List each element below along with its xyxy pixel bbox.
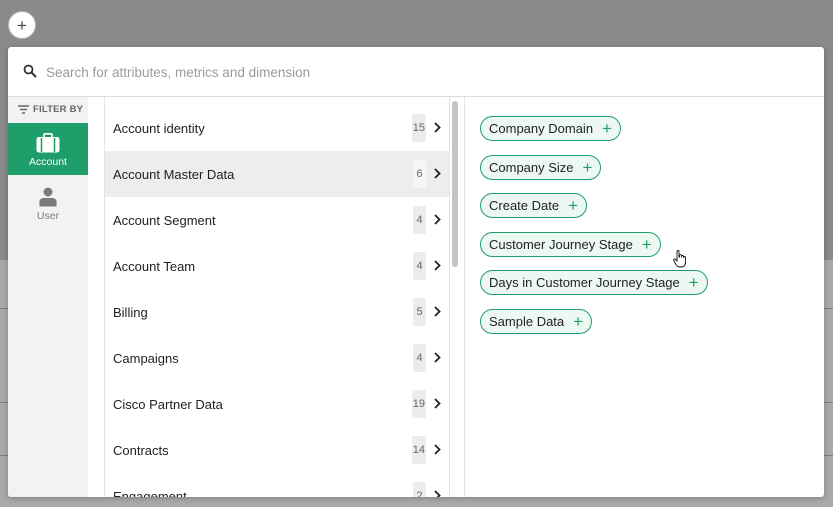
attribute-chip-label: Company Domain <box>489 121 594 136</box>
category-item[interactable]: Engagement 2 <box>105 473 449 497</box>
chevron-right-icon <box>434 306 441 317</box>
filter-tab-account[interactable]: Account <box>8 123 88 175</box>
category-count-badge: 4 <box>413 344 426 372</box>
category-label: Account Segment <box>113 212 216 228</box>
briefcase-icon <box>36 133 60 153</box>
plus-icon: + <box>582 158 593 177</box>
attribute-chip-label: Days in Customer Journey Stage <box>489 275 680 290</box>
filter-tab-user[interactable]: User <box>8 177 88 229</box>
attribute-picker-modal: FILTER BY Account User Account identity … <box>8 47 824 497</box>
add-button[interactable]: + <box>8 11 36 39</box>
category-label: Account Team <box>113 258 196 274</box>
category-label: Campaigns <box>113 350 179 366</box>
category-count-badge: 6 <box>413 160 426 188</box>
category-item[interactable]: Account Segment 4 <box>105 197 449 243</box>
category-item[interactable]: Account identity 15 <box>105 105 449 151</box>
plus-icon: + <box>573 312 584 331</box>
chevron-right-icon <box>434 398 441 409</box>
category-count-badge: 5 <box>413 298 426 326</box>
hand-pointer-icon <box>673 250 686 268</box>
category-count-badge: 15 <box>411 114 426 142</box>
category-item[interactable]: Billing 5 <box>105 289 449 335</box>
attribute-chip[interactable]: Create Date + <box>480 193 588 218</box>
filter-heading-label: FILTER BY <box>33 104 84 115</box>
attribute-chip-label: Company Size <box>489 160 574 175</box>
filter-tab-label: Account <box>29 156 67 168</box>
person-icon <box>39 187 57 207</box>
category-label: Cisco Partner Data <box>113 396 223 412</box>
search-input[interactable] <box>46 60 806 84</box>
attribute-chip[interactable]: Customer Journey Stage + <box>480 232 661 257</box>
plus-icon: + <box>688 273 699 292</box>
attribute-chip-label: Customer Journey Stage <box>489 237 633 252</box>
filter-tab-label: User <box>36 210 60 222</box>
category-label: Contracts <box>113 442 169 458</box>
chevron-right-icon <box>434 168 441 179</box>
filter-sidebar: FILTER BY Account User <box>8 97 88 497</box>
attribute-chip[interactable]: Company Domain + <box>480 116 621 141</box>
category-count-badge: 14 <box>411 436 426 464</box>
category-list: Account identity 15 Account Master Data … <box>104 97 450 497</box>
attribute-chip[interactable]: Company Size + <box>480 155 602 180</box>
category-item[interactable]: Contracts 14 <box>105 427 449 473</box>
search-icon <box>23 64 37 78</box>
chevron-right-icon <box>434 260 441 271</box>
category-item[interactable]: Account Team 4 <box>105 243 449 289</box>
attribute-chip[interactable]: Days in Customer Journey Stage + <box>480 270 708 295</box>
category-label: Billing <box>113 304 148 320</box>
category-item[interactable]: Account Master Data 6 <box>105 151 449 197</box>
category-label: Account Master Data <box>113 166 235 182</box>
category-count-badge: 4 <box>413 252 426 280</box>
chevron-right-icon <box>434 122 441 133</box>
attribute-panel: Company Domain + Company Size + Create D… <box>464 97 824 497</box>
plus-icon: + <box>568 196 579 215</box>
chevron-right-icon <box>434 490 441 497</box>
filter-icon <box>18 105 29 114</box>
category-label: Account identity <box>113 120 205 136</box>
chevron-right-icon <box>434 352 441 363</box>
category-item[interactable]: Cisco Partner Data 19 <box>105 381 449 427</box>
category-count-badge: 19 <box>411 390 426 418</box>
attribute-chip[interactable]: Sample Data + <box>480 309 593 334</box>
search-bar <box>8 47 824 97</box>
plus-icon: + <box>641 235 652 254</box>
category-item[interactable]: Campaigns 4 <box>105 335 449 381</box>
chevron-right-icon <box>434 444 441 455</box>
chevron-right-icon <box>434 214 441 225</box>
add-icon: + <box>17 15 27 35</box>
plus-icon: + <box>602 119 612 138</box>
category-count-badge: 4 <box>413 206 426 234</box>
category-scrollbar[interactable] <box>452 101 458 267</box>
category-count-badge: 2 <box>413 482 426 497</box>
category-label: Engagement <box>113 488 187 498</box>
attribute-chip-label: Create Date <box>489 198 560 213</box>
attribute-chip-label: Sample Data <box>489 314 565 329</box>
filter-heading: FILTER BY <box>18 104 83 115</box>
